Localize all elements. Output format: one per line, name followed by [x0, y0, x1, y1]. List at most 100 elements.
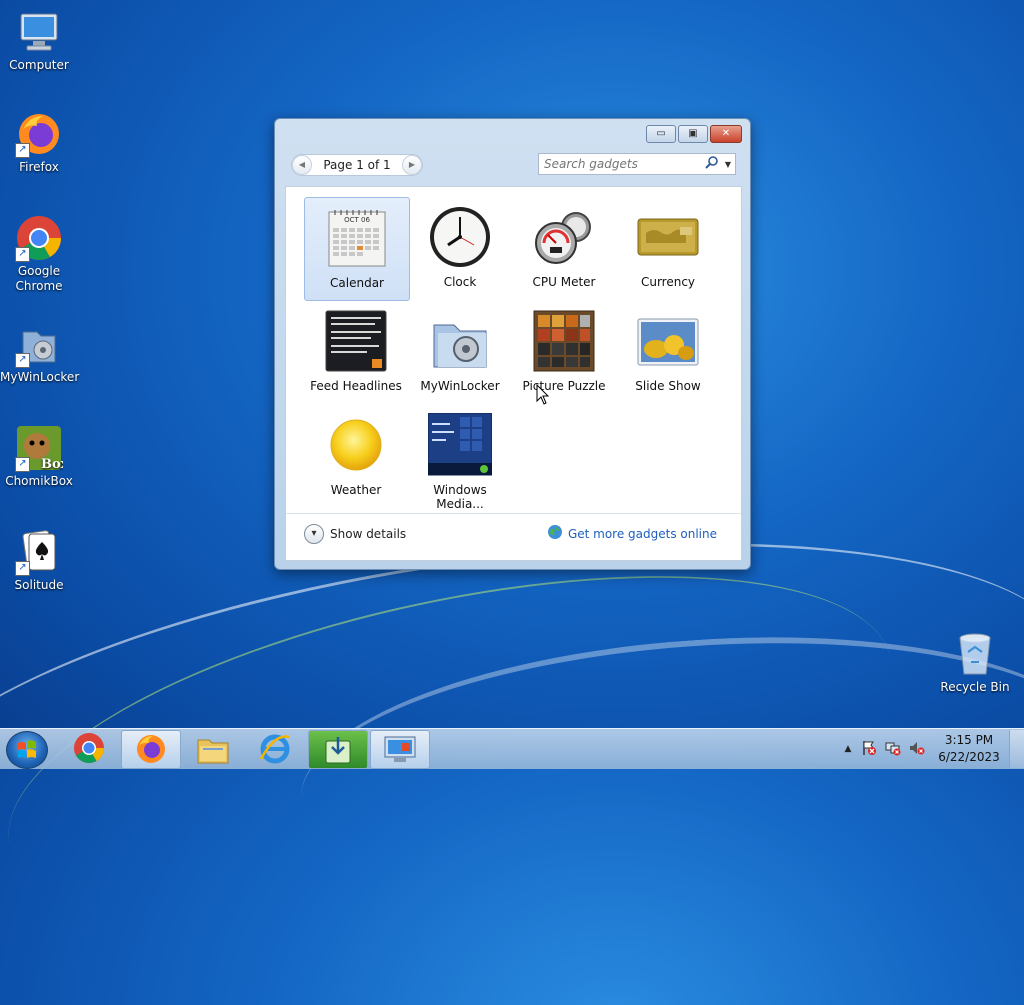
page-navigator: ◀ Page 1 of 1 ▶	[291, 154, 423, 176]
gadget-mywinlocker[interactable]: MyWinLocker	[408, 301, 512, 403]
desktop-icon-chomikbox[interactable]: Box ↗ ChomikBox	[0, 424, 78, 489]
show-hidden-icons-button[interactable]: ▲	[839, 744, 857, 754]
search-input[interactable]	[539, 154, 705, 174]
shortcut-arrow-icon: ↗	[15, 247, 30, 262]
clock-date: 6/22/2023	[938, 750, 1000, 764]
globe-icon	[547, 524, 563, 543]
gadget-label: Windows Media...	[433, 483, 487, 511]
close-button[interactable]: ✕	[710, 125, 742, 143]
gadget-calendar[interactable]: OCT 06 Calendar	[304, 197, 410, 301]
shortcut-arrow-icon: ↗	[15, 561, 30, 576]
slide-show-icon	[636, 309, 700, 373]
show-details-label: Show details	[330, 527, 407, 541]
search-icon[interactable]	[705, 156, 721, 172]
monitor-icon	[384, 736, 416, 762]
desktop-icon-solitude[interactable]: ↗ Solitude	[0, 528, 78, 593]
shortcut-arrow-icon: ↗	[15, 143, 30, 158]
gadget-currency[interactable]: Currency	[616, 197, 720, 299]
gadget-label: Picture Puzzle	[522, 379, 606, 393]
gadget-clock[interactable]: Clock	[408, 197, 512, 299]
firefox-icon: ↗	[15, 110, 63, 158]
gadget-cpu-meter[interactable]: CPU Meter	[512, 197, 616, 299]
minimize-button[interactable]: ▭	[646, 125, 676, 143]
gadget-feed-headlines[interactable]: Feed Headlines	[304, 301, 408, 403]
gadget-label: Feed Headlines	[310, 379, 402, 393]
taskbar-internet-explorer[interactable]	[246, 730, 304, 767]
shortcut-arrow-icon: ↗	[15, 353, 30, 368]
clock-icon	[428, 205, 492, 269]
desktop-icon-label: MyWinLocker	[0, 370, 80, 384]
gadget-label: Weather	[330, 483, 382, 497]
taskbar-firefox[interactable]	[121, 730, 181, 769]
app-green-icon	[325, 737, 351, 764]
shortcut-arrow-icon: ↗	[15, 457, 30, 472]
gadget-label: MyWinLocker	[420, 379, 500, 393]
chrome-icon: ↗	[15, 214, 63, 262]
internet-explorer-icon	[259, 734, 290, 764]
footer-divider	[286, 513, 741, 514]
gadget-windows-media[interactable]: Windows Media...	[408, 405, 512, 511]
chomikbox-icon: Box ↗	[15, 424, 69, 472]
desktop-icon-label: Google Chrome	[15, 264, 63, 293]
taskbar-file-explorer[interactable]	[184, 730, 242, 767]
mywinlocker-icon	[428, 309, 492, 373]
chrome-icon	[74, 733, 104, 764]
gadget-weather[interactable]: Weather	[304, 405, 408, 507]
gadget-picture-puzzle[interactable]: Picture Puzzle	[512, 301, 616, 403]
desktop-icon-label: Solitude	[14, 578, 64, 592]
windows-media-center-icon	[427, 412, 493, 477]
action-center-icon[interactable]	[857, 740, 881, 759]
search-dropdown-icon[interactable]: ▼	[721, 160, 735, 169]
calendar-month: OCT 06	[344, 216, 370, 224]
picture-puzzle-icon	[532, 309, 596, 373]
calendar-icon: OCT 06	[325, 206, 389, 270]
clock-time: 3:15 PM	[944, 733, 994, 747]
maximize-button[interactable]: ▣	[678, 125, 708, 143]
gadget-slide-show[interactable]: Slide Show	[616, 301, 720, 403]
mouse-cursor-icon	[536, 383, 550, 409]
firefox-icon	[137, 735, 165, 763]
taskbar-clock[interactable]: 3:15 PM 6/22/2023	[929, 732, 1009, 766]
search-box: ▼	[538, 153, 736, 175]
start-button[interactable]	[6, 731, 48, 769]
desktop-icon-mywinlocker[interactable]: ↗ MyWinLocker	[0, 320, 80, 385]
desktop-icon-computer[interactable]: Computer	[0, 8, 78, 73]
sun-icon	[324, 413, 388, 477]
next-page-button[interactable]: ▶	[402, 155, 422, 175]
desktop-icon-firefox[interactable]: ↗ Firefox	[0, 110, 78, 175]
chevron-down-icon: ▾	[304, 524, 324, 544]
playing-cards-icon: ↗	[15, 528, 63, 576]
gadget-gallery-window[interactable]: ▭ ▣ ✕ ◀ Page 1 of 1 ▶ ▼	[274, 118, 751, 570]
gadget-label: Currency	[640, 275, 696, 289]
volume-muted-icon[interactable]	[905, 740, 929, 759]
gadget-label: CPU Meter	[532, 275, 596, 289]
recycle-bin-icon	[951, 630, 999, 678]
network-icon[interactable]	[881, 740, 905, 759]
desktop-icon-google-chrome[interactable]: ↗ Google Chrome	[0, 214, 78, 294]
desktop-icon-label: ChomikBox	[5, 474, 73, 488]
currency-icon	[636, 205, 700, 269]
taskbar-app-screen[interactable]	[370, 730, 430, 769]
feed-headlines-icon	[324, 309, 388, 373]
previous-page-button[interactable]: ◀	[292, 155, 312, 175]
show-desktop-button[interactable]	[1009, 730, 1024, 768]
gadget-label: Calendar	[330, 276, 384, 290]
show-details-button[interactable]: ▾ Show details	[304, 524, 406, 544]
windows-logo-icon	[18, 740, 36, 758]
get-more-gadgets-link[interactable]: Get more gadgets online	[547, 524, 717, 543]
gadget-panel: OCT 06 Calendar Clock CPU Meter Currency…	[285, 186, 742, 561]
desktop-icon-label: Firefox	[19, 160, 59, 174]
gadget-label: Clock	[443, 275, 477, 289]
get-more-gadgets-label: Get more gadgets online	[567, 526, 717, 541]
svg-text:Box: Box	[41, 457, 63, 472]
taskbar-chrome[interactable]	[60, 730, 118, 767]
window-controls: ▭ ▣ ✕	[646, 125, 742, 143]
taskbar-app-green[interactable]	[308, 730, 368, 769]
taskbar: ▲ 3:15 PM 6/22/2023	[0, 728, 1024, 769]
cpu-meter-icon	[532, 205, 596, 269]
folder-icon	[197, 739, 229, 764]
computer-icon	[15, 8, 63, 56]
mywinlocker-icon: ↗	[15, 320, 63, 368]
desktop-icon-label: Recycle Bin	[940, 680, 1010, 694]
desktop-icon-recycle-bin[interactable]: Recycle Bin	[936, 630, 1014, 695]
